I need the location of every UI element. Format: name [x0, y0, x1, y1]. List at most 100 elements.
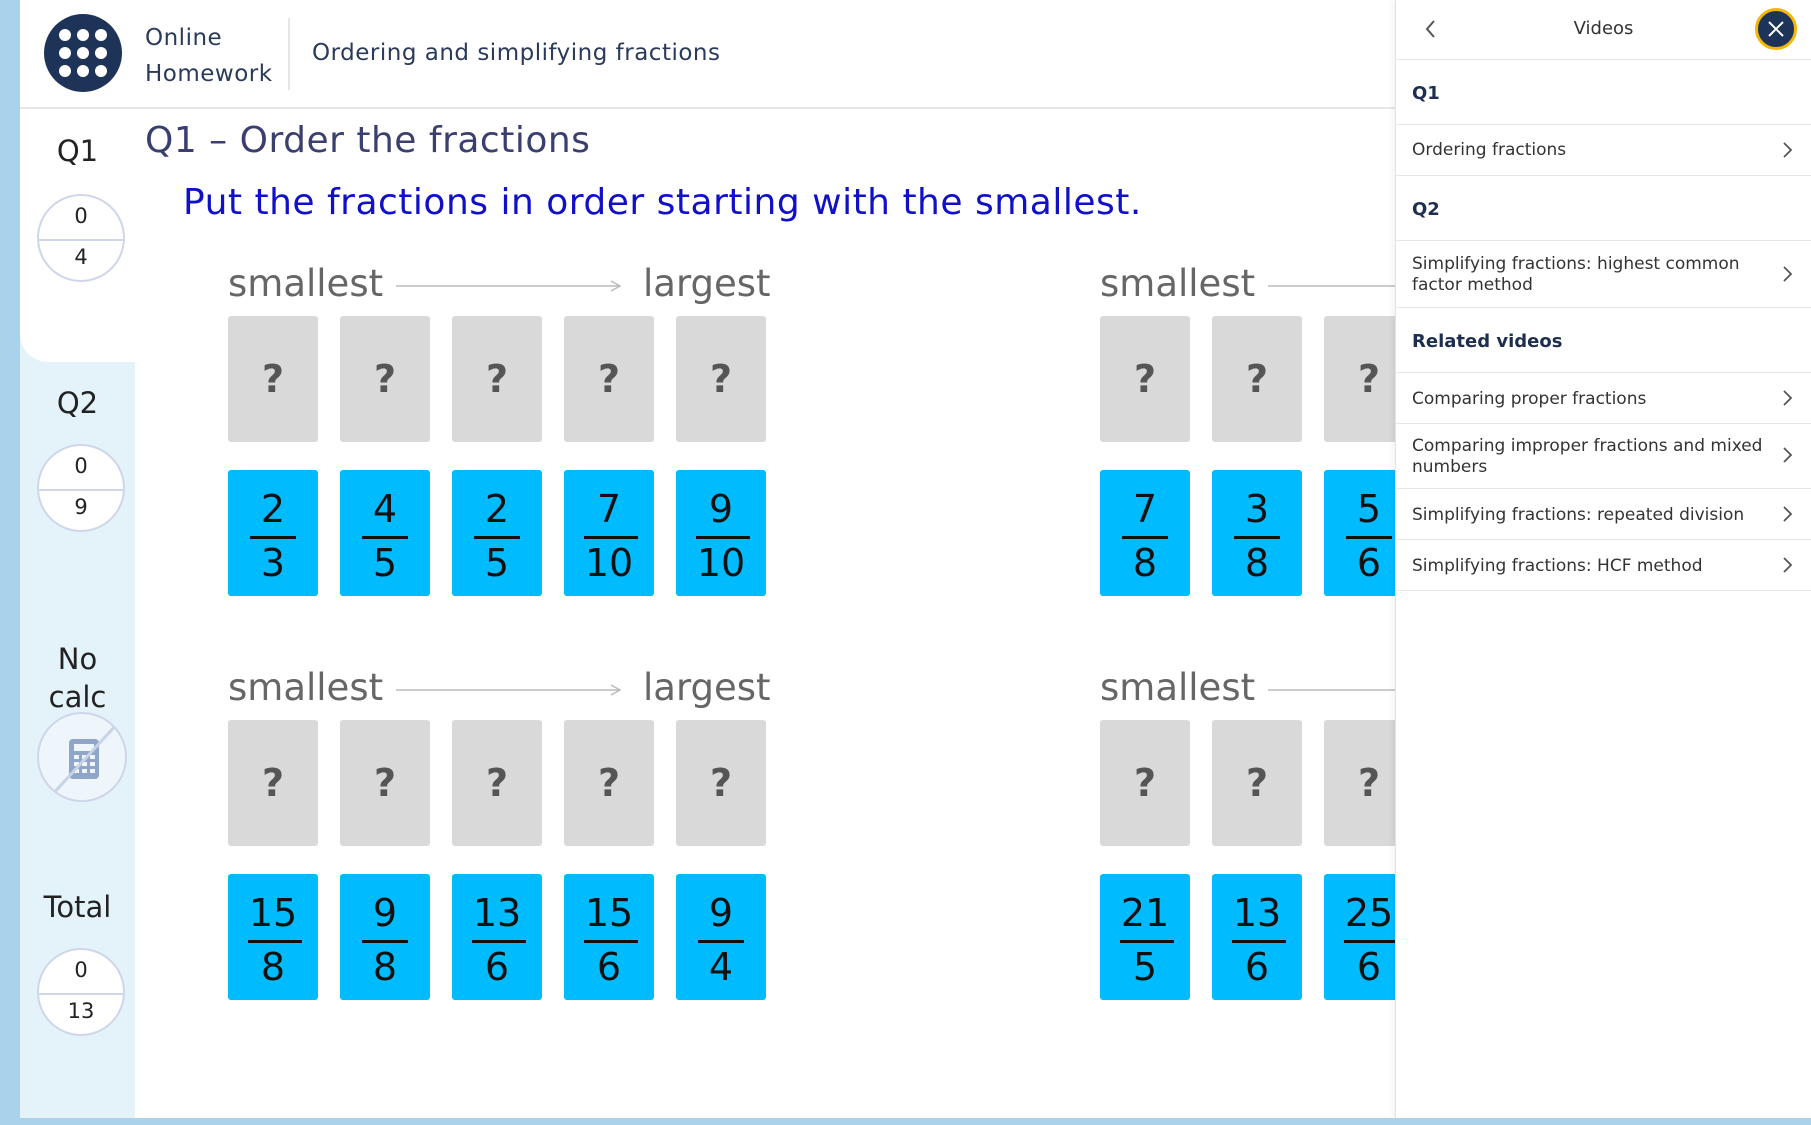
- fraction-bar: [474, 536, 520, 539]
- largest-label: largest: [643, 666, 771, 709]
- brand-line-1: Online: [145, 25, 223, 51]
- fraction-denominator: 10: [696, 541, 746, 585]
- video-item[interactable]: Comparing proper fractions: [1396, 374, 1811, 424]
- answer-slot[interactable]: ?: [1212, 720, 1302, 846]
- video-item[interactable]: Simplifying fractions: HCF method: [1396, 541, 1811, 591]
- fraction-card[interactable]: 13 6: [1212, 874, 1302, 1000]
- fraction-numerator: 15: [584, 891, 634, 935]
- fraction-denominator: 8: [372, 945, 398, 989]
- q2-score: 0: [74, 454, 88, 478]
- fraction-bar: [1234, 536, 1280, 539]
- sidebar-item-q2[interactable]: Q2 0 9: [20, 364, 135, 614]
- smallest-label: smallest: [228, 262, 384, 305]
- close-button[interactable]: [1755, 8, 1797, 50]
- fraction-bar: [698, 940, 744, 943]
- answer-slot[interactable]: ?: [564, 720, 654, 846]
- fraction-card[interactable]: 15 6: [564, 874, 654, 1000]
- fraction-card[interactable]: 45: [340, 470, 430, 596]
- fraction-numerator: 9: [372, 891, 398, 935]
- fraction-bar: [362, 536, 408, 539]
- q1-label: Q1: [56, 134, 99, 168]
- fraction-card[interactable]: 21 5: [1100, 874, 1190, 1000]
- answer-slot[interactable]: ?: [340, 316, 430, 442]
- video-item[interactable]: Comparing improper fractions and mixed n…: [1396, 425, 1811, 489]
- fraction-card[interactable]: 15 8: [228, 874, 318, 1000]
- fraction-numerator: 13: [1232, 891, 1282, 935]
- video-item-label: Ordering fractions: [1412, 140, 1567, 160]
- answer-slot[interactable]: ?: [1212, 316, 1302, 442]
- fraction-bar: [1120, 940, 1174, 943]
- no-calculator-icon: [37, 712, 127, 802]
- brand-name: Online Homework: [145, 20, 273, 92]
- fraction-numerator: 9: [708, 891, 734, 935]
- video-item[interactable]: Simplifying fractions: highest common fa…: [1396, 242, 1811, 308]
- fraction-ordering-group: smallest largest? 15 8? 9 8? 13 6? 15 6? 9 4: [228, 666, 788, 1000]
- fraction-card[interactable]: 13 6: [452, 874, 542, 1000]
- q1-total: 4: [74, 245, 88, 269]
- q2-total: 9: [74, 495, 88, 519]
- question-sidebar: Q1 0 4 Q2 0 9 No calc Total 0 13: [20, 110, 135, 1118]
- fraction-denominator: 8: [1244, 541, 1270, 585]
- fraction-bar: [1232, 940, 1286, 943]
- videos-panel-header: Videos: [1396, 0, 1811, 60]
- fraction-card[interactable]: 25: [452, 470, 542, 596]
- fraction-denominator: 6: [596, 945, 622, 989]
- fraction-numerator: 2: [484, 487, 510, 531]
- answer-slot[interactable]: ?: [340, 720, 430, 846]
- fraction-card[interactable]: 7 10: [564, 470, 654, 596]
- fraction-card[interactable]: 9 10: [676, 470, 766, 596]
- section-heading-text: Related videos: [1412, 331, 1563, 352]
- fraction-numerator: 7: [596, 487, 622, 531]
- fraction-bar: [696, 536, 750, 539]
- fraction-numerator: 21: [1120, 891, 1170, 935]
- order-arrow-icon: [396, 684, 622, 696]
- videos-panel-title: Videos: [1573, 18, 1634, 39]
- largest-label: largest: [643, 262, 771, 305]
- question-instruction: Put the fractions in order starting with…: [183, 182, 1142, 223]
- smallest-label: smallest: [1100, 666, 1256, 709]
- total-score-circle: 0 13: [37, 948, 125, 1036]
- brand-line-2: Homework: [145, 61, 273, 87]
- answer-slot[interactable]: ?: [676, 316, 766, 442]
- q1-score: 0: [74, 204, 88, 228]
- fraction-card[interactable]: 78: [1100, 470, 1190, 596]
- fraction-card[interactable]: 94: [676, 874, 766, 1000]
- fraction-numerator: 2: [260, 487, 286, 531]
- answer-slot[interactable]: ?: [452, 316, 542, 442]
- section-heading-q2: Q2: [1396, 177, 1811, 241]
- q2-score-circle: 0 9: [37, 444, 125, 532]
- bottom-accent-strip: [0, 1118, 1811, 1125]
- chevron-right-icon: [1779, 264, 1795, 284]
- sidebar-item-q1[interactable]: Q1 0 4: [20, 110, 135, 362]
- chevron-right-icon: [1779, 504, 1795, 524]
- fraction-card[interactable]: 98: [340, 874, 430, 1000]
- fraction-bar: [472, 940, 526, 943]
- fraction-bar: [584, 940, 638, 943]
- fraction-card[interactable]: 38: [1212, 470, 1302, 596]
- chevron-right-icon: [1779, 555, 1795, 575]
- fraction-denominator: 3: [260, 541, 286, 585]
- fraction-card[interactable]: 23: [228, 470, 318, 596]
- fraction-bar: [1344, 940, 1398, 943]
- answer-slot[interactable]: ?: [228, 316, 318, 442]
- app-grid-logo-icon[interactable]: [44, 14, 122, 92]
- no-calc-line-2: calc: [48, 680, 107, 714]
- fraction-ordering-group: smallest largest? 2 3? 4 5? 2 5? 7 10? 9 10: [228, 262, 788, 596]
- video-item[interactable]: Ordering fractions: [1396, 126, 1811, 176]
- video-item-label: Comparing proper fractions: [1412, 389, 1647, 409]
- fraction-bar: [250, 536, 296, 539]
- fraction-numerator: 3: [1244, 487, 1270, 531]
- answer-slot[interactable]: ?: [676, 720, 766, 846]
- answer-slot[interactable]: ?: [452, 720, 542, 846]
- fraction-numerator: 9: [708, 487, 734, 531]
- answer-slot[interactable]: ?: [1100, 720, 1190, 846]
- fraction-denominator: 6: [484, 945, 510, 989]
- answer-slot[interactable]: ?: [1100, 316, 1190, 442]
- video-item[interactable]: Simplifying fractions: repeated division: [1396, 490, 1811, 540]
- answer-slot[interactable]: ?: [564, 316, 654, 442]
- order-arrow-icon: [396, 280, 622, 292]
- fraction-denominator: 4: [708, 945, 734, 989]
- answer-slot[interactable]: ?: [228, 720, 318, 846]
- chevron-right-icon: [1779, 388, 1795, 408]
- chevron-right-icon: [1779, 140, 1795, 160]
